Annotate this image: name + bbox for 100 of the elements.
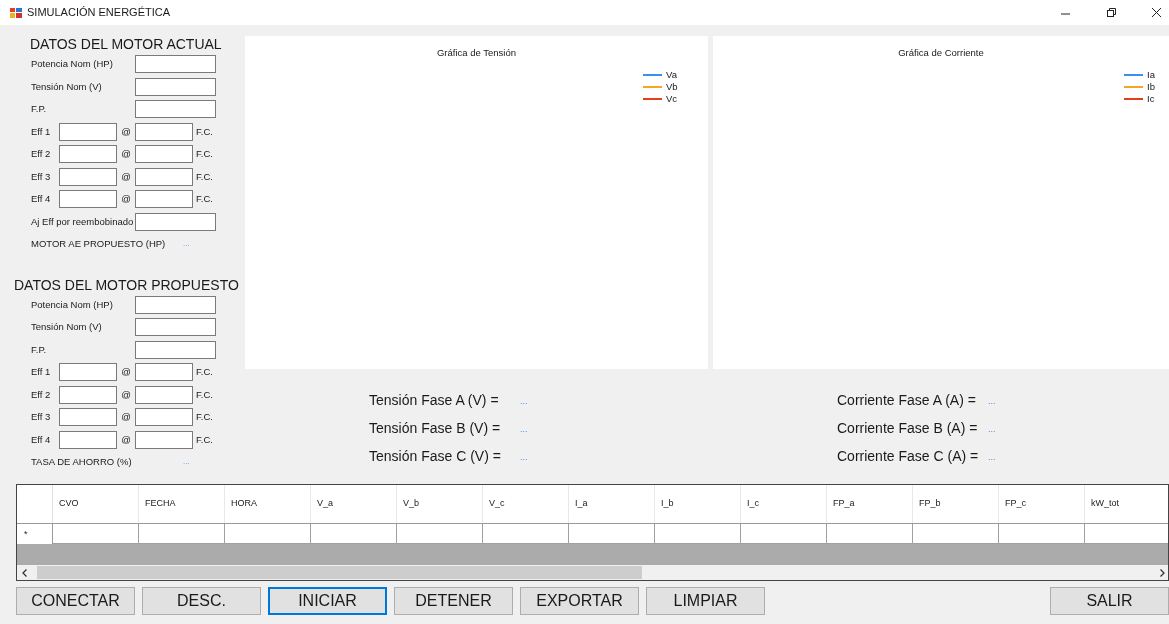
action-button[interactable]: DESC.: [142, 587, 261, 615]
input-field[interactable]: [59, 190, 117, 209]
column-header[interactable]: FP_a: [827, 485, 913, 523]
field-label: Eff 4: [31, 432, 52, 447]
input-field[interactable]: [59, 408, 117, 427]
section-heading: DATOS DEL MOTOR PROPUESTO: [14, 276, 239, 293]
input-field[interactable]: [135, 340, 216, 359]
field-label: Eff 3: [31, 410, 52, 425]
column-header[interactable]: I_b: [655, 485, 741, 523]
scroll-right-icon[interactable]: [1160, 568, 1165, 577]
input-field[interactable]: [135, 408, 193, 427]
field-label: Eff 2: [31, 387, 52, 402]
table-cell[interactable]: [741, 524, 827, 544]
input-field[interactable]: [59, 430, 117, 449]
at-label: @: [120, 387, 132, 402]
column-header[interactable]: FP_b: [913, 485, 999, 523]
horizontal-scrollbar[interactable]: [17, 565, 1168, 580]
restore-icon[interactable]: [1107, 8, 1116, 17]
input-field[interactable]: [59, 385, 117, 404]
input-field[interactable]: [59, 363, 117, 382]
readout-value: ...: [988, 451, 996, 465]
at-label: @: [120, 410, 132, 425]
column-header[interactable]: I_c: [741, 485, 827, 523]
unit-label: F.C.: [196, 169, 213, 184]
chart-title: Gráfica de Tensión: [436, 46, 516, 60]
field-label: Tensión Nom (V): [31, 320, 103, 335]
column-header[interactable]: V_a: [311, 485, 397, 523]
field-label: Aj Eff por reembobinado: [31, 214, 135, 229]
column-header[interactable]: I_a: [569, 485, 655, 523]
scroll-left-icon[interactable]: [22, 568, 27, 577]
table-cell[interactable]: [655, 524, 741, 544]
input-field[interactable]: [135, 363, 193, 382]
input-field[interactable]: [135, 167, 193, 186]
action-button[interactable]: SALIR: [1050, 587, 1169, 615]
field-label: Eff 2: [31, 147, 52, 162]
input-field[interactable]: [59, 145, 117, 164]
action-button[interactable]: EXPORTAR: [520, 587, 639, 615]
at-label: @: [120, 169, 132, 184]
table-cell[interactable]: [225, 524, 311, 544]
table-cell[interactable]: [569, 524, 655, 544]
scrollbar-thumb[interactable]: [37, 566, 642, 579]
field-label: Tensión Nom (V): [31, 79, 103, 94]
readout-label: Tensión Fase C (V) =: [369, 446, 502, 466]
column-header[interactable]: kW_tot: [1085, 485, 1168, 523]
table-cell[interactable]: [139, 524, 225, 544]
action-button[interactable]: INICIAR: [268, 587, 387, 615]
input-field[interactable]: [135, 318, 216, 337]
input-field[interactable]: [135, 77, 216, 96]
unit-label: F.C.: [196, 192, 213, 207]
legend-label: Vb: [666, 79, 678, 94]
unit-label: F.C.: [196, 410, 213, 425]
at-label: @: [120, 192, 132, 207]
table-cell[interactable]: [913, 524, 999, 544]
field-label: Potencia Nom (HP): [31, 57, 114, 72]
at-label: @: [120, 147, 132, 162]
unit-label: F.C.: [196, 387, 213, 402]
table-cell[interactable]: [397, 524, 483, 544]
input-field[interactable]: [135, 430, 193, 449]
field-label: Eff 1: [31, 365, 52, 380]
readout-label: TASA DE AHORRO (%): [31, 455, 133, 470]
input-field[interactable]: [135, 212, 216, 231]
input-field[interactable]: [135, 55, 216, 74]
input-field[interactable]: [135, 122, 193, 141]
table-cell[interactable]: [999, 524, 1085, 544]
at-label: @: [120, 365, 132, 380]
readout-label: Corriente Fase B (A) =: [837, 418, 979, 438]
at-label: @: [120, 432, 132, 447]
readout-value: ...: [988, 395, 996, 409]
readout-label: Corriente Fase A (A) =: [837, 390, 977, 410]
field-label: Eff 4: [31, 192, 52, 207]
action-button[interactable]: CONECTAR: [16, 587, 135, 615]
input-field[interactable]: [135, 190, 193, 209]
column-header[interactable]: V_b: [397, 485, 483, 523]
unit-label: F.C.: [196, 432, 213, 447]
readout-label: Tensión Fase A (V) =: [369, 390, 500, 410]
input-field[interactable]: [135, 100, 216, 119]
input-field[interactable]: [135, 145, 193, 164]
unit-label: F.C.: [196, 365, 213, 380]
input-field[interactable]: [135, 385, 193, 404]
column-header[interactable]: FP_c: [999, 485, 1085, 523]
column-header[interactable]: V_c: [483, 485, 569, 523]
field-label: Eff 1: [31, 124, 52, 139]
column-header[interactable]: FECHA: [139, 485, 225, 523]
table-cell[interactable]: [827, 524, 913, 544]
column-header[interactable]: CVO: [53, 485, 139, 523]
readout-value: ...: [183, 238, 190, 251]
input-field[interactable]: [59, 122, 117, 141]
input-field[interactable]: [59, 167, 117, 186]
action-button[interactable]: LIMPIAR: [646, 587, 765, 615]
close-icon[interactable]: [1152, 8, 1161, 17]
table-cell[interactable]: [311, 524, 397, 544]
action-button[interactable]: DETENER: [394, 587, 513, 615]
table-cell[interactable]: [483, 524, 569, 544]
table-cell[interactable]: [53, 524, 139, 544]
legend-label: Ic: [1147, 91, 1156, 106]
input-field[interactable]: [135, 295, 216, 314]
column-header[interactable]: HORA: [225, 485, 311, 523]
readout-label: Tensión Fase B (V) =: [369, 418, 502, 438]
field-label: Eff 3: [31, 169, 52, 184]
legend-label: Va: [666, 67, 678, 82]
